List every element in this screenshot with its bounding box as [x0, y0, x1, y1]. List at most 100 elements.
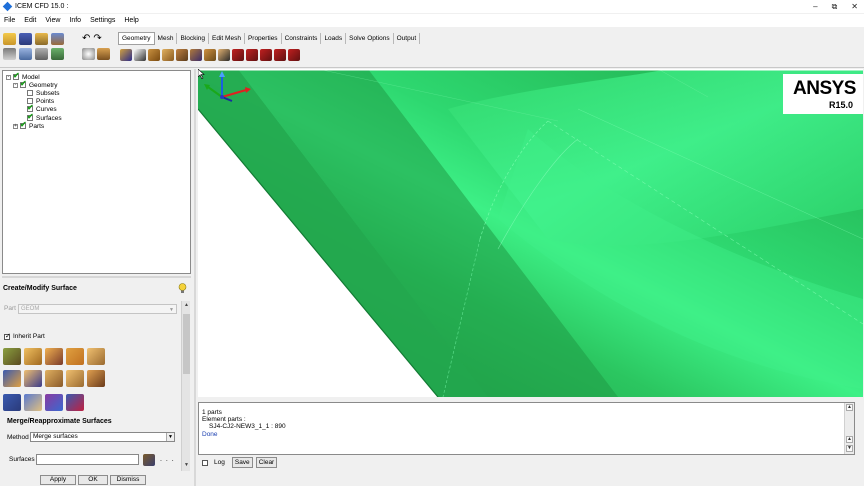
- collapse-icon[interactable]: -: [6, 74, 11, 80]
- method-select[interactable]: Merge surfaces ▼: [30, 432, 175, 442]
- fit-window-icon[interactable]: [3, 48, 16, 60]
- sweep-surface-icon[interactable]: [45, 348, 63, 365]
- expand-icon[interactable]: +: [13, 123, 18, 129]
- open-project-icon[interactable]: [3, 33, 16, 45]
- surface-tools-row-3: [3, 394, 113, 411]
- log-label: Log: [214, 459, 225, 466]
- tree-item-subsets[interactable]: Subsets: [27, 89, 60, 97]
- open-geometry-icon[interactable]: [35, 33, 48, 45]
- tab-loads[interactable]: Loads: [321, 33, 347, 44]
- axis-triad-icon[interactable]: [198, 69, 258, 109]
- message-scrollbar[interactable]: ▲ ▲ ▼: [844, 403, 854, 454]
- create-faceted-icon[interactable]: [176, 49, 188, 61]
- menu-help[interactable]: Help: [124, 17, 138, 24]
- panel-splitter[interactable]: [2, 276, 191, 278]
- restore-dormant-icon[interactable]: [218, 49, 230, 61]
- measure-icon[interactable]: [35, 48, 48, 60]
- tree-item-parts[interactable]: + Parts: [13, 120, 44, 130]
- tab-blocking[interactable]: Blocking: [177, 33, 210, 44]
- close-icon[interactable]: ✕: [851, 2, 858, 11]
- sphere-render-icon[interactable]: [82, 48, 95, 60]
- loft-surface-icon[interactable]: [87, 348, 105, 365]
- tab-constraints[interactable]: Constraints: [282, 33, 322, 44]
- display-icon[interactable]: [51, 48, 64, 60]
- extend-surface-icon[interactable]: [24, 394, 42, 411]
- tab-geometry[interactable]: Geometry: [118, 32, 155, 45]
- menu-view[interactable]: View: [45, 17, 60, 24]
- tree-item-geometry[interactable]: - Geometry: [13, 79, 58, 89]
- save-button[interactable]: Save: [231, 457, 253, 468]
- part-select[interactable]: GEOM ▼: [18, 304, 177, 314]
- collapse-icon[interactable]: -: [13, 82, 18, 88]
- simple-surface-icon[interactable]: [24, 348, 42, 365]
- clear-button[interactable]: Clear: [255, 457, 278, 468]
- checkbox[interactable]: [4, 332, 11, 340]
- create-body-icon[interactable]: [162, 49, 174, 61]
- more-options-button[interactable]: . . .: [160, 456, 175, 463]
- solid-render-icon[interactable]: [97, 48, 110, 60]
- create-curve-icon[interactable]: [134, 49, 146, 61]
- undo-icon[interactable]: ↶: [82, 33, 90, 44]
- create-curtain-surface-icon[interactable]: [3, 394, 21, 411]
- inherit-part-checkbox[interactable]: Inherit Part: [4, 332, 45, 340]
- delete-curve-icon[interactable]: [246, 49, 258, 61]
- delete-any-entity-icon[interactable]: [288, 49, 300, 61]
- apply-button[interactable]: Apply: [40, 475, 76, 485]
- minimize-icon[interactable]: –: [813, 2, 817, 11]
- repair-geometry-icon[interactable]: [190, 49, 202, 61]
- delete-surface-icon[interactable]: [260, 49, 272, 61]
- geometry-simplification-icon[interactable]: [45, 394, 63, 411]
- create-point-icon[interactable]: [120, 49, 132, 61]
- create-surface-icon[interactable]: [148, 49, 160, 61]
- save-project-icon[interactable]: [19, 33, 32, 45]
- tree-checkbox[interactable]: [13, 71, 20, 80]
- tree-item-surfaces[interactable]: Surfaces: [27, 112, 62, 122]
- vertical-splitter[interactable]: [194, 69, 196, 486]
- transform-geometry-icon[interactable]: [204, 49, 216, 61]
- zoom-icon[interactable]: [19, 48, 32, 60]
- segment-trim-icon[interactable]: [45, 370, 63, 387]
- dismiss-button[interactable]: Dismiss: [110, 475, 146, 485]
- surface-tools-row-1: [3, 348, 113, 365]
- tab-mesh[interactable]: Mesh: [155, 33, 178, 44]
- log-checkbox[interactable]: [202, 459, 208, 466]
- standard-shapes-icon[interactable]: [66, 394, 84, 411]
- restore-icon[interactable]: ⧉: [832, 2, 838, 12]
- ok-button[interactable]: OK: [78, 475, 108, 485]
- curve-to-surface-icon[interactable]: [3, 348, 21, 365]
- scroll-up-small-icon[interactable]: ▲: [846, 436, 853, 443]
- help-bulb-icon[interactable]: [178, 283, 187, 294]
- menu-settings[interactable]: Settings: [90, 17, 115, 24]
- delete-point-icon[interactable]: [232, 49, 244, 61]
- redo-icon[interactable]: ↷: [93, 33, 101, 44]
- tab-edit-mesh[interactable]: Edit Mesh: [209, 33, 245, 44]
- tab-output[interactable]: Output: [394, 33, 421, 44]
- scroll-down-icon[interactable]: ▼: [183, 462, 190, 470]
- tree-checkbox[interactable]: [20, 120, 27, 129]
- select-surfaces-icon[interactable]: [143, 454, 155, 466]
- surface-of-revolution-icon[interactable]: [66, 348, 84, 365]
- scroll-up-icon[interactable]: ▲: [846, 404, 853, 411]
- panel-scrollbar[interactable]: ▲ ▼: [181, 301, 190, 471]
- save-geometry-icon[interactable]: [51, 33, 64, 45]
- scrollbar-thumb[interactable]: [183, 314, 190, 374]
- tab-properties[interactable]: Properties: [245, 33, 282, 44]
- tree-checkbox[interactable]: [27, 112, 34, 121]
- delete-body-icon[interactable]: [274, 49, 286, 61]
- scroll-up-icon[interactable]: ▲: [183, 302, 190, 310]
- surfaces-input[interactable]: [36, 454, 139, 465]
- merge-surfaces-icon[interactable]: [66, 370, 84, 387]
- mouse-cursor-icon: [198, 69, 205, 79]
- scroll-down-icon[interactable]: ▼: [846, 445, 853, 452]
- offset-surface-icon[interactable]: [3, 370, 21, 387]
- tree-checkbox[interactable]: [20, 79, 27, 88]
- menu-file[interactable]: File: [4, 17, 15, 24]
- menu-info[interactable]: Info: [69, 17, 81, 24]
- graphics-viewport[interactable]: ANSYS R15.0: [198, 69, 863, 397]
- menu-edit[interactable]: Edit: [24, 17, 36, 24]
- midsurface-icon[interactable]: [24, 370, 42, 387]
- message-window[interactable]: 1 parts Element parts : SJ4-CJ2-NEW3_1_1…: [198, 402, 855, 455]
- untrim-surface-icon[interactable]: [87, 370, 105, 387]
- tab-solve-options[interactable]: Solve Options: [346, 33, 394, 44]
- tree-checkbox[interactable]: [27, 90, 33, 96]
